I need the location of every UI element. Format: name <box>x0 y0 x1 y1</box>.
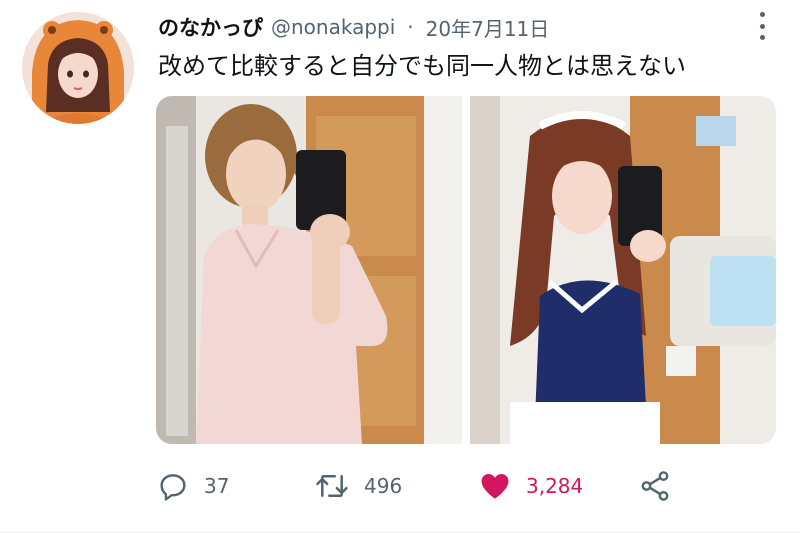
avatar[interactable] <box>22 12 134 124</box>
retweet-button[interactable]: 496 <box>314 466 402 506</box>
photo-left-image <box>156 96 462 444</box>
more-vertical-icon[interactable] <box>754 12 770 40</box>
retweet-icon <box>316 475 348 497</box>
author-handle[interactable]: @nonakappi <box>271 15 395 39</box>
share-icon <box>641 471 669 501</box>
reply-button[interactable]: 37 <box>156 466 229 506</box>
reply-icon <box>160 474 186 501</box>
tweet-date[interactable]: 20年7月11日 <box>426 13 550 42</box>
photo-left[interactable] <box>156 96 462 444</box>
like-count: 3,284 <box>526 474 584 498</box>
avatar-image <box>22 12 134 124</box>
photo-right[interactable] <box>470 96 776 444</box>
author-name[interactable]: のなかっぴ <box>158 12 263 42</box>
share-button[interactable] <box>638 466 672 506</box>
photo-right-image <box>470 96 776 444</box>
tweet-text: 改めて比較すると自分でも同一人物とは思えない <box>158 52 686 80</box>
header-separator: · <box>407 15 414 39</box>
retweet-count: 496 <box>364 474 403 498</box>
reply-count: 37 <box>204 474 230 498</box>
tweet-header: のなかっぴ @nonakappi · 20年7月11日 <box>158 10 740 44</box>
like-button[interactable]: 3,284 <box>478 466 583 506</box>
tweet-media[interactable] <box>156 96 776 444</box>
heart-icon <box>481 473 509 499</box>
tweet-actions: 37 496 3,284 <box>156 466 696 506</box>
